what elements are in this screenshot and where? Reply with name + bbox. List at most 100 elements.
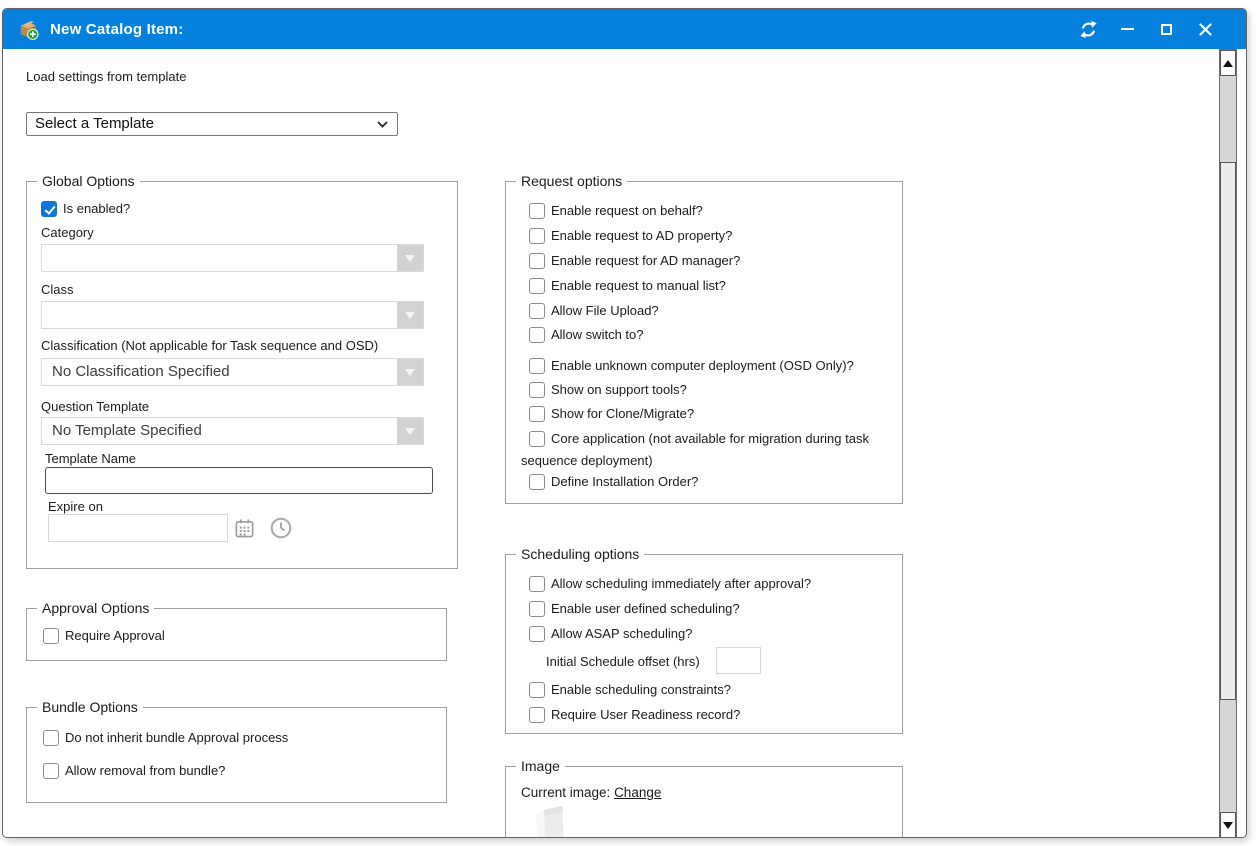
- window-controls: [1075, 16, 1218, 42]
- bundle-options-group: Bundle Options Do not inherit bundle App…: [26, 707, 447, 803]
- checkbox-label: Enable scheduling constraints?: [551, 682, 731, 697]
- checkbox-box: [529, 203, 545, 219]
- checkbox-box: [529, 626, 545, 642]
- define-installation-order-checkbox[interactable]: Define Installation Order?: [521, 471, 698, 493]
- no-inherit-bundle-approval-checkbox[interactable]: Do not inherit bundle Approval process: [43, 727, 288, 749]
- checkbox-label: Require Approval: [65, 628, 165, 643]
- close-icon[interactable]: [1192, 16, 1218, 42]
- dropdown-arrow-icon[interactable]: [397, 418, 423, 444]
- enable-request-to-manual-list-checkbox[interactable]: Enable request to manual list?: [521, 275, 726, 297]
- enable-unknown-computer-deployment-checkbox[interactable]: Enable unknown computer deployment (OSD …: [521, 355, 854, 377]
- clock-icon[interactable]: [269, 516, 293, 545]
- is-enabled-checkbox[interactable]: Is enabled?: [41, 198, 130, 220]
- checkbox-label: Enable request for AD manager?: [551, 253, 740, 268]
- enable-request-to-ad-property-checkbox[interactable]: Enable request to AD property?: [521, 225, 732, 247]
- current-image-label: Current image:: [521, 785, 610, 800]
- checkbox-box: [43, 628, 59, 644]
- enable-request-on-behalf-checkbox[interactable]: Enable request on behalf?: [521, 200, 703, 222]
- checkbox-box: [529, 278, 545, 294]
- vertical-scrollbar[interactable]: [1219, 49, 1237, 838]
- app-package-icon: [17, 18, 40, 41]
- titlebar: New Catalog Item:: [3, 9, 1246, 49]
- checkbox-label: Show for Clone/Migrate?: [551, 406, 694, 421]
- scroll-down-icon[interactable]: [1220, 812, 1236, 838]
- change-image-link[interactable]: Change: [614, 785, 661, 800]
- checkbox-box: [43, 730, 59, 746]
- enable-scheduling-constraints-checkbox[interactable]: Enable scheduling constraints?: [521, 679, 731, 701]
- show-for-clone-migrate-checkbox[interactable]: Show for Clone/Migrate?: [521, 403, 694, 425]
- bundle-options-legend: Bundle Options: [37, 699, 143, 715]
- checkbox-box: [529, 406, 545, 422]
- template-select[interactable]: Select a Template: [26, 112, 398, 136]
- dropdown-arrow-icon[interactable]: [397, 245, 423, 271]
- classification-label: Classification (Not applicable for Task …: [41, 338, 378, 353]
- scheduling-options-group: Scheduling options Allow scheduling imme…: [505, 554, 903, 734]
- checkbox-label: Show on support tools?: [551, 382, 687, 397]
- checkbox-box: [529, 327, 545, 343]
- checkbox-label: Allow switch to?: [551, 327, 643, 342]
- dropdown-arrow-icon[interactable]: [397, 359, 423, 385]
- window-title: New Catalog Item:: [50, 21, 183, 38]
- checkbox-box: [43, 763, 59, 779]
- dropdown-arrow-icon[interactable]: [397, 302, 423, 328]
- minimize-icon[interactable]: [1114, 16, 1140, 42]
- allow-asap-scheduling-checkbox[interactable]: Allow ASAP scheduling?: [521, 623, 692, 645]
- allow-file-upload-checkbox[interactable]: Allow File Upload?: [521, 300, 659, 322]
- category-dropdown[interactable]: [41, 244, 424, 272]
- allow-scheduling-immediately-checkbox[interactable]: Allow scheduling immediately after appro…: [521, 573, 811, 595]
- classification-dropdown[interactable]: No Classification Specified: [41, 358, 424, 386]
- show-on-support-tools-checkbox[interactable]: Show on support tools?: [521, 379, 687, 401]
- checkbox-label: Define Installation Order?: [551, 474, 698, 489]
- request-options-group: Request options Enable request on behalf…: [505, 181, 903, 504]
- checkbox-label: Allow ASAP scheduling?: [551, 626, 692, 641]
- refresh-icon[interactable]: [1075, 16, 1101, 42]
- initial-schedule-offset-input[interactable]: [716, 647, 761, 674]
- checkbox-label: Enable request on behalf?: [551, 203, 703, 218]
- require-approval-checkbox[interactable]: Require Approval: [43, 625, 165, 647]
- checkbox-label: Allow scheduling immediately after appro…: [551, 576, 811, 591]
- expire-on-input[interactable]: [48, 514, 228, 542]
- checkbox-box: [529, 253, 545, 269]
- current-image-row: Current image: Change: [521, 785, 661, 800]
- image-legend: Image: [516, 758, 565, 774]
- question-template-dropdown[interactable]: No Template Specified: [41, 417, 424, 445]
- question-template-label: Question Template: [41, 399, 149, 414]
- classification-value: No Classification Specified: [52, 359, 230, 385]
- checkbox-label: Allow File Upload?: [551, 303, 659, 318]
- checkbox-label: Enable request to manual list?: [551, 278, 726, 293]
- checkbox-label: Allow removal from bundle?: [65, 763, 225, 778]
- scrollbar-thumb[interactable]: [1220, 162, 1236, 700]
- question-template-value: No Template Specified: [52, 418, 202, 444]
- checkbox-box: [529, 382, 545, 398]
- template-name-label: Template Name: [45, 451, 136, 466]
- scroll-up-icon[interactable]: [1220, 50, 1236, 76]
- class-label: Class: [41, 282, 74, 297]
- enable-user-defined-scheduling-checkbox[interactable]: Enable user defined scheduling?: [521, 598, 740, 620]
- load-template-label: Load settings from template: [26, 69, 186, 84]
- catalog-item-image: [532, 805, 574, 838]
- chevron-down-icon: [377, 121, 388, 128]
- checkbox-box: [529, 576, 545, 592]
- template-name-input[interactable]: [45, 467, 433, 494]
- checkbox-label: Enable request to AD property?: [551, 228, 732, 243]
- category-label: Category: [41, 225, 94, 240]
- checkbox-label: Core application (not available for migr…: [521, 431, 869, 468]
- checkbox-box: [529, 303, 545, 319]
- maximize-icon[interactable]: [1153, 16, 1179, 42]
- allow-switch-to-checkbox[interactable]: Allow switch to?: [521, 324, 643, 346]
- checkbox-box: [529, 707, 545, 723]
- image-group: Image Current image: Change: [505, 766, 903, 838]
- expire-on-label: Expire on: [48, 499, 103, 514]
- core-application-checkbox[interactable]: Core application (not available for migr…: [521, 428, 871, 472]
- enable-request-for-ad-manager-checkbox[interactable]: Enable request for AD manager?: [521, 250, 740, 272]
- approval-options-group: Approval Options Require Approval: [26, 608, 447, 661]
- scheduling-options-legend: Scheduling options: [516, 546, 644, 562]
- checkbox-box: [529, 474, 545, 490]
- calendar-icon[interactable]: [234, 518, 255, 544]
- approval-options-legend: Approval Options: [37, 600, 154, 616]
- class-dropdown[interactable]: [41, 301, 424, 329]
- allow-removal-from-bundle-checkbox[interactable]: Allow removal from bundle?: [43, 760, 225, 782]
- global-options-group: Global Options Is enabled? Category Clas…: [26, 181, 458, 569]
- checkbox-box: [529, 682, 545, 698]
- require-user-readiness-record-checkbox[interactable]: Require User Readiness record?: [521, 704, 740, 726]
